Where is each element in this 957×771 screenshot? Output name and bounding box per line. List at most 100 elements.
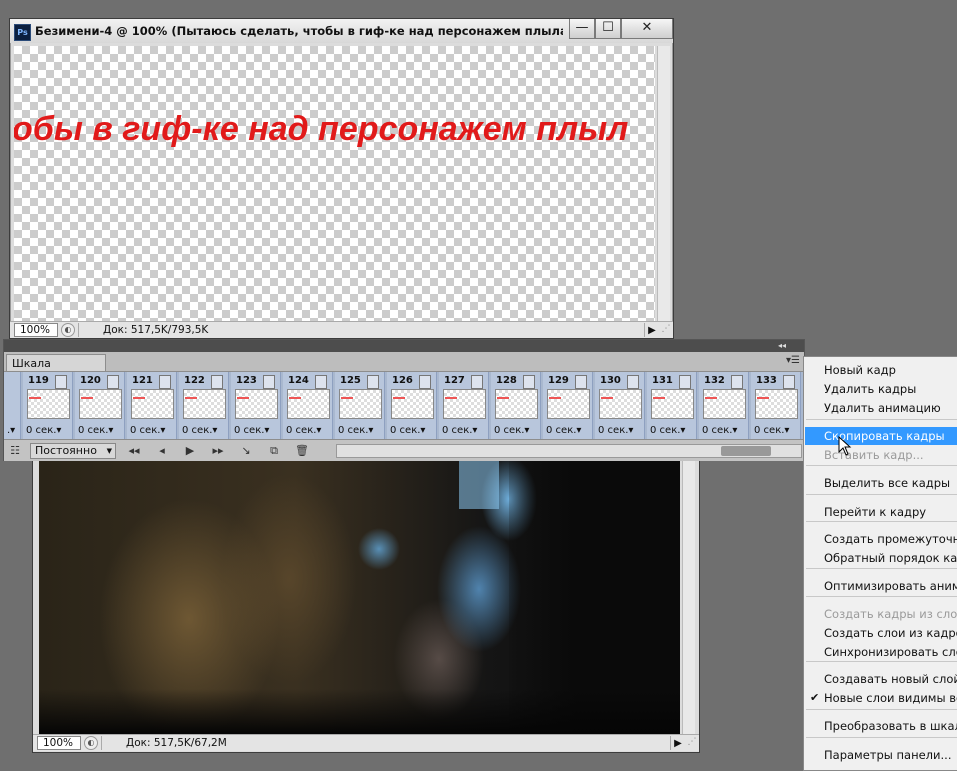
- frame-visibility-box[interactable]: [679, 375, 691, 389]
- frame-thumbnail[interactable]: [287, 389, 330, 419]
- tab-timeline[interactable]: Шкала времени: [6, 354, 106, 383]
- frame-delay-select[interactable]: 0 сек.▾: [234, 425, 269, 436]
- frame-thumbnail[interactable]: [235, 389, 278, 419]
- next-frame-button[interactable]: ▸▸: [204, 444, 232, 457]
- resize-grip-icon[interactable]: ⋰: [659, 324, 673, 336]
- duplicate-frame-icon[interactable]: ⧉: [260, 444, 288, 458]
- frame-thumbnail[interactable]: [131, 389, 174, 419]
- menu-item[interactable]: Выделить все кадры: [805, 474, 957, 492]
- frame-thumbnail[interactable]: [443, 389, 486, 419]
- resize-grip-icon[interactable]: ⋰: [685, 737, 699, 749]
- frame-delay-select[interactable]: 0 сек.▾: [442, 425, 477, 436]
- frame-delay-select[interactable]: 0 сек.▾: [26, 425, 61, 436]
- frame-thumbnail[interactable]: [391, 389, 434, 419]
- frame-visibility-box[interactable]: [575, 375, 587, 389]
- timeline-frame[interactable]: 131 0 сек.▾: [647, 372, 697, 439]
- menu-item[interactable]: Создать промежуточные: [805, 530, 957, 548]
- tween-icon[interactable]: ↘: [232, 444, 260, 457]
- timeline-frame[interactable]: 127 0 сек.▾: [439, 372, 489, 439]
- menu-item[interactable]: Создавать новый слой д: [805, 670, 957, 688]
- frames-scrollbar[interactable]: [336, 444, 802, 458]
- frame-delay-select[interactable]: 0 сек.▾: [494, 425, 529, 436]
- frame-thumbnail[interactable]: [79, 389, 122, 419]
- frame-delay-select[interactable]: 0 сек.▾: [338, 425, 373, 436]
- close-button[interactable]: ✕: [621, 19, 673, 39]
- frame-thumbnail[interactable]: [651, 389, 694, 419]
- menu-item[interactable]: Новый кадр: [805, 361, 957, 379]
- frame-visibility-box[interactable]: [783, 375, 795, 389]
- timeline-frame[interactable]: 132 0 сек.▾: [699, 372, 749, 439]
- maximize-button[interactable]: ☐: [595, 19, 621, 39]
- convert-to-timeline-icon[interactable]: ☷: [4, 444, 26, 457]
- frame-visibility-box[interactable]: [523, 375, 535, 389]
- play-button[interactable]: ▶: [176, 444, 204, 457]
- frame-delay-select[interactable]: 0 сек.▾: [754, 425, 789, 436]
- frame-visibility-box[interactable]: [731, 375, 743, 389]
- status-menu-arrow-icon[interactable]: ▶: [645, 325, 659, 336]
- menu-item[interactable]: Синхронизировать слой: [805, 643, 957, 661]
- timeline-frame[interactable]: 130 0 сек.▾: [595, 372, 645, 439]
- loop-options-select[interactable]: Постоянно: [30, 442, 116, 459]
- frame-thumbnail[interactable]: [599, 389, 642, 419]
- frame-delay-select[interactable]: 0 сек.▾: [702, 425, 737, 436]
- menu-item[interactable]: Параметры панели...: [805, 746, 957, 764]
- first-frame-button[interactable]: ◂◂: [120, 444, 148, 457]
- frame-thumbnail[interactable]: [703, 389, 746, 419]
- vertical-scrollbar[interactable]: [657, 46, 670, 321]
- frame-visibility-box[interactable]: [627, 375, 639, 389]
- zoom-field[interactable]: 100%: [37, 736, 81, 750]
- frame-delay-select[interactable]: 0 сек.▾: [286, 425, 321, 436]
- frame-thumbnail[interactable]: [495, 389, 538, 419]
- frame-delay-select[interactable]: 0 сек.▾: [182, 425, 217, 436]
- frame-visibility-box[interactable]: [263, 375, 275, 389]
- timeline-frame[interactable]: 123 0 сек.▾: [231, 372, 281, 439]
- timeline-frame[interactable]: 122 0 сек.▾: [179, 372, 229, 439]
- frame-delay-select[interactable]: 0 сек.▾: [650, 425, 685, 436]
- timeline-frame[interactable]: 120 0 сек.▾: [75, 372, 125, 439]
- timeline-frame[interactable]: 126 0 сек.▾: [387, 372, 437, 439]
- frame-thumbnail[interactable]: [755, 389, 798, 419]
- menu-item[interactable]: Скопировать кадры: [805, 427, 957, 445]
- trash-icon[interactable]: 🗑: [288, 444, 316, 457]
- frame-delay-select[interactable]: 0 сек.▾: [130, 425, 165, 436]
- timeline-frame[interactable]: 129 0 сек.▾: [543, 372, 593, 439]
- menu-item[interactable]: Удалить анимацию: [805, 399, 957, 417]
- title-bar[interactable]: Ps Безимени-4 @ 100% (Пытаюсь сделать, ч…: [10, 19, 673, 43]
- menu-item[interactable]: ✔ Новые слои видимы во: [805, 689, 957, 707]
- timeline-frame[interactable]: 119 0 сек.▾: [23, 372, 73, 439]
- frame-delay-select[interactable]: 0 сек.▾: [78, 425, 113, 436]
- panel-menu-icon[interactable]: ▾☰: [786, 355, 800, 366]
- scrollbar-thumb[interactable]: [721, 446, 771, 456]
- frame-delay-select[interactable]: .▾: [7, 425, 15, 436]
- frame-visibility-box[interactable]: [419, 375, 431, 389]
- zoom-field[interactable]: 100%: [14, 323, 58, 337]
- frame-visibility-box[interactable]: [367, 375, 379, 389]
- transparent-canvas[interactable]: обы в гиф-ке над персонажем плыл: [14, 46, 655, 321]
- frame-thumbnail[interactable]: [27, 389, 70, 419]
- frame-visibility-box[interactable]: [211, 375, 223, 389]
- menu-item[interactable]: Создать слои из кадров: [805, 624, 957, 642]
- frame-delay-select[interactable]: 0 сек.▾: [390, 425, 425, 436]
- timeline-frame[interactable]: 124 0 сек.▾: [283, 372, 333, 439]
- timeline-frame[interactable]: 128 0 сек.▾: [491, 372, 541, 439]
- previous-frame-button[interactable]: ◂: [148, 444, 176, 457]
- frame-visibility-box[interactable]: [471, 375, 483, 389]
- menu-item[interactable]: Преобразовать в шкалу: [805, 717, 957, 735]
- timeline-frame[interactable]: 125 0 сек.▾: [335, 372, 385, 439]
- menu-item[interactable]: Оптимизировать анима: [805, 577, 957, 595]
- timeline-frame[interactable]: .▾: [4, 372, 21, 439]
- frame-delay-select[interactable]: 0 сек.▾: [546, 425, 581, 436]
- frame-thumbnail[interactable]: [183, 389, 226, 419]
- frame-visibility-box[interactable]: [55, 375, 67, 389]
- frame-visibility-box[interactable]: [315, 375, 327, 389]
- panel-header[interactable]: ◂◂: [4, 340, 804, 352]
- collapse-panel-icon[interactable]: ◂◂: [778, 341, 786, 350]
- frame-delay-select[interactable]: 0 сек.▾: [598, 425, 633, 436]
- menu-item[interactable]: Удалить кадры: [805, 380, 957, 398]
- frame-thumbnail[interactable]: [547, 389, 590, 419]
- frame-visibility-box[interactable]: [159, 375, 171, 389]
- vertical-scrollbar[interactable]: [682, 459, 695, 734]
- timeline-frame[interactable]: 121 0 сек.▾: [127, 372, 177, 439]
- frame-thumbnail[interactable]: [339, 389, 382, 419]
- menu-item[interactable]: Перейти к кадру: [805, 503, 957, 521]
